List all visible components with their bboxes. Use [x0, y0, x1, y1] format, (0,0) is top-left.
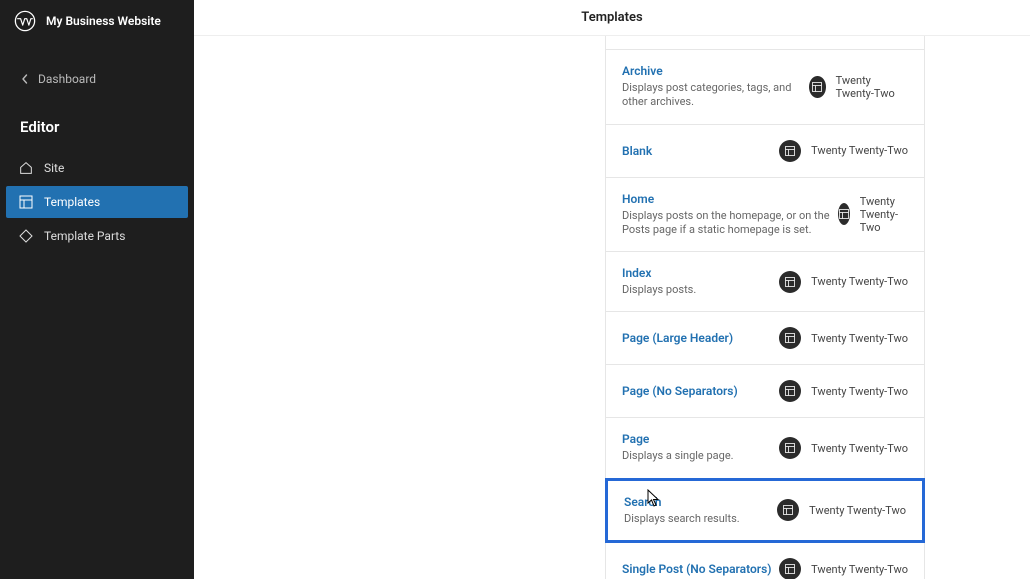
- template-row[interactable]: Page (No Separators) Twenty Twenty-Two: [605, 364, 925, 418]
- template-row-left: Index Displays posts.: [622, 266, 696, 297]
- theme-layout-icon: [779, 271, 801, 293]
- template-title: Blank: [622, 144, 652, 158]
- template-row-left: Single Post (No Separators): [622, 562, 771, 576]
- template-row-right: Twenty Twenty-Two: [779, 380, 908, 402]
- template-row-left: Archive Displays post categories, tags, a…: [622, 64, 809, 110]
- template-row-right: Twenty Twenty-Two: [779, 558, 908, 579]
- sidebar-heading: Editor: [0, 96, 194, 148]
- main: Templates Displays when no content is fo…: [194, 0, 1030, 579]
- sidebar-item-label: Site: [44, 161, 64, 175]
- template-row-left: Page (Large Header): [622, 331, 733, 345]
- sidebar-item-label: Templates: [44, 195, 100, 209]
- template-row-right: Twenty Twenty-Two: [779, 271, 908, 293]
- theme-layout-icon: [838, 203, 850, 225]
- template-row-right: Twenty Twenty-Two: [779, 437, 908, 459]
- theme-label: Twenty Twenty-Two: [811, 442, 908, 455]
- sidebar-item-label: Template Parts: [44, 229, 125, 243]
- template-title: Page (Large Header): [622, 331, 733, 345]
- sidebar-item-template-parts[interactable]: Template Parts: [6, 220, 188, 252]
- template-row[interactable]: Archive Displays post categories, tags, a…: [605, 49, 925, 125]
- app-root: My Business Website Dashboard Editor Sit…: [0, 0, 1030, 579]
- template-description: Displays posts on the homepage, or on th…: [622, 209, 838, 238]
- template-row[interactable]: Home Displays posts on the homepage, or o…: [605, 177, 925, 253]
- site-name: My Business Website: [46, 14, 161, 28]
- theme-label: Twenty Twenty-Two: [811, 144, 908, 157]
- theme-label: Twenty Twenty-Two: [811, 563, 908, 576]
- sidebar-header[interactable]: My Business Website: [0, 0, 194, 42]
- template-row[interactable]: Displays when no content is found.: [605, 36, 925, 50]
- template-description: Displays post categories, tags, and othe…: [622, 81, 809, 110]
- template-title: Page: [622, 432, 734, 446]
- template-row-left: Blank: [622, 144, 652, 158]
- theme-layout-icon: [779, 558, 801, 579]
- chevron-left-icon: [20, 74, 30, 84]
- theme-label: Twenty Twenty-Two: [809, 504, 906, 517]
- theme-layout-icon: [779, 437, 801, 459]
- template-row[interactable]: Single Post (No Separators) Twenty Twenty…: [605, 542, 925, 579]
- theme-layout-icon: [777, 499, 799, 521]
- theme-label: Twenty Twenty-Two: [811, 275, 908, 288]
- back-to-dashboard[interactable]: Dashboard: [0, 62, 194, 96]
- template-row[interactable]: Page Displays a single page. Twenty Twenty…: [605, 417, 925, 478]
- template-row-right: Twenty Twenty-Two: [777, 499, 906, 521]
- sidebar: My Business Website Dashboard Editor Sit…: [0, 0, 194, 579]
- template-row-right: Twenty Twenty-Two: [779, 327, 908, 349]
- template-row[interactable]: Blank Twenty Twenty-Two: [605, 124, 925, 178]
- template-row-left: Page Displays a single page.: [622, 432, 734, 463]
- theme-label: Twenty Twenty-Two: [811, 332, 908, 345]
- template-description: Displays a single page.: [622, 449, 734, 463]
- template-title: Home: [622, 192, 838, 206]
- template-row[interactable]: Search Displays search results. Twenty Twe…: [605, 478, 925, 543]
- page-title: Templates: [581, 10, 642, 25]
- theme-label: Twenty Twenty-Two: [860, 195, 908, 234]
- theme-label: Twenty Twenty-Two: [836, 74, 908, 100]
- template-title: Single Post (No Separators): [622, 562, 771, 576]
- template-title: Index: [622, 266, 696, 280]
- templates-list: Displays when no content is found. Archiv…: [605, 36, 925, 579]
- sidebar-item-templates[interactable]: Templates: [6, 186, 188, 218]
- template-row[interactable]: Index Displays posts. Twenty Twenty-Two: [605, 251, 925, 312]
- back-label: Dashboard: [38, 72, 96, 86]
- theme-layout-icon: [809, 76, 825, 98]
- template-description: Displays posts.: [622, 283, 696, 297]
- theme-layout-icon: [779, 140, 801, 162]
- sidebar-item-site[interactable]: Site: [6, 152, 188, 184]
- template-row[interactable]: Page (Large Header) Twenty Twenty-Two: [605, 311, 925, 365]
- topbar: Templates: [194, 0, 1030, 36]
- template-description: Displays search results.: [624, 512, 740, 526]
- wordpress-logo-icon: [14, 10, 36, 32]
- template-row-right: Twenty Twenty-Two: [838, 195, 908, 234]
- diamond-icon: [18, 228, 34, 244]
- template-title: Search: [624, 495, 740, 509]
- theme-layout-icon: [779, 380, 801, 402]
- template-row-left: Home Displays posts on the homepage, or o…: [622, 192, 838, 238]
- template-row-left: Page (No Separators): [622, 384, 738, 398]
- template-title: Archive: [622, 64, 809, 78]
- theme-label: Twenty Twenty-Two: [811, 385, 908, 398]
- template-row-right: Twenty Twenty-Two: [779, 140, 908, 162]
- home-icon: [18, 160, 34, 176]
- template-row-left: Search Displays search results.: [624, 495, 740, 526]
- sidebar-nav: Site Templates Template Parts: [0, 148, 194, 256]
- layout-icon: [18, 194, 34, 210]
- template-title: Page (No Separators): [622, 384, 738, 398]
- theme-layout-icon: [779, 327, 801, 349]
- content-area: Displays when no content is found. Archiv…: [194, 36, 1030, 579]
- template-row-right: Twenty Twenty-Two: [809, 74, 908, 100]
